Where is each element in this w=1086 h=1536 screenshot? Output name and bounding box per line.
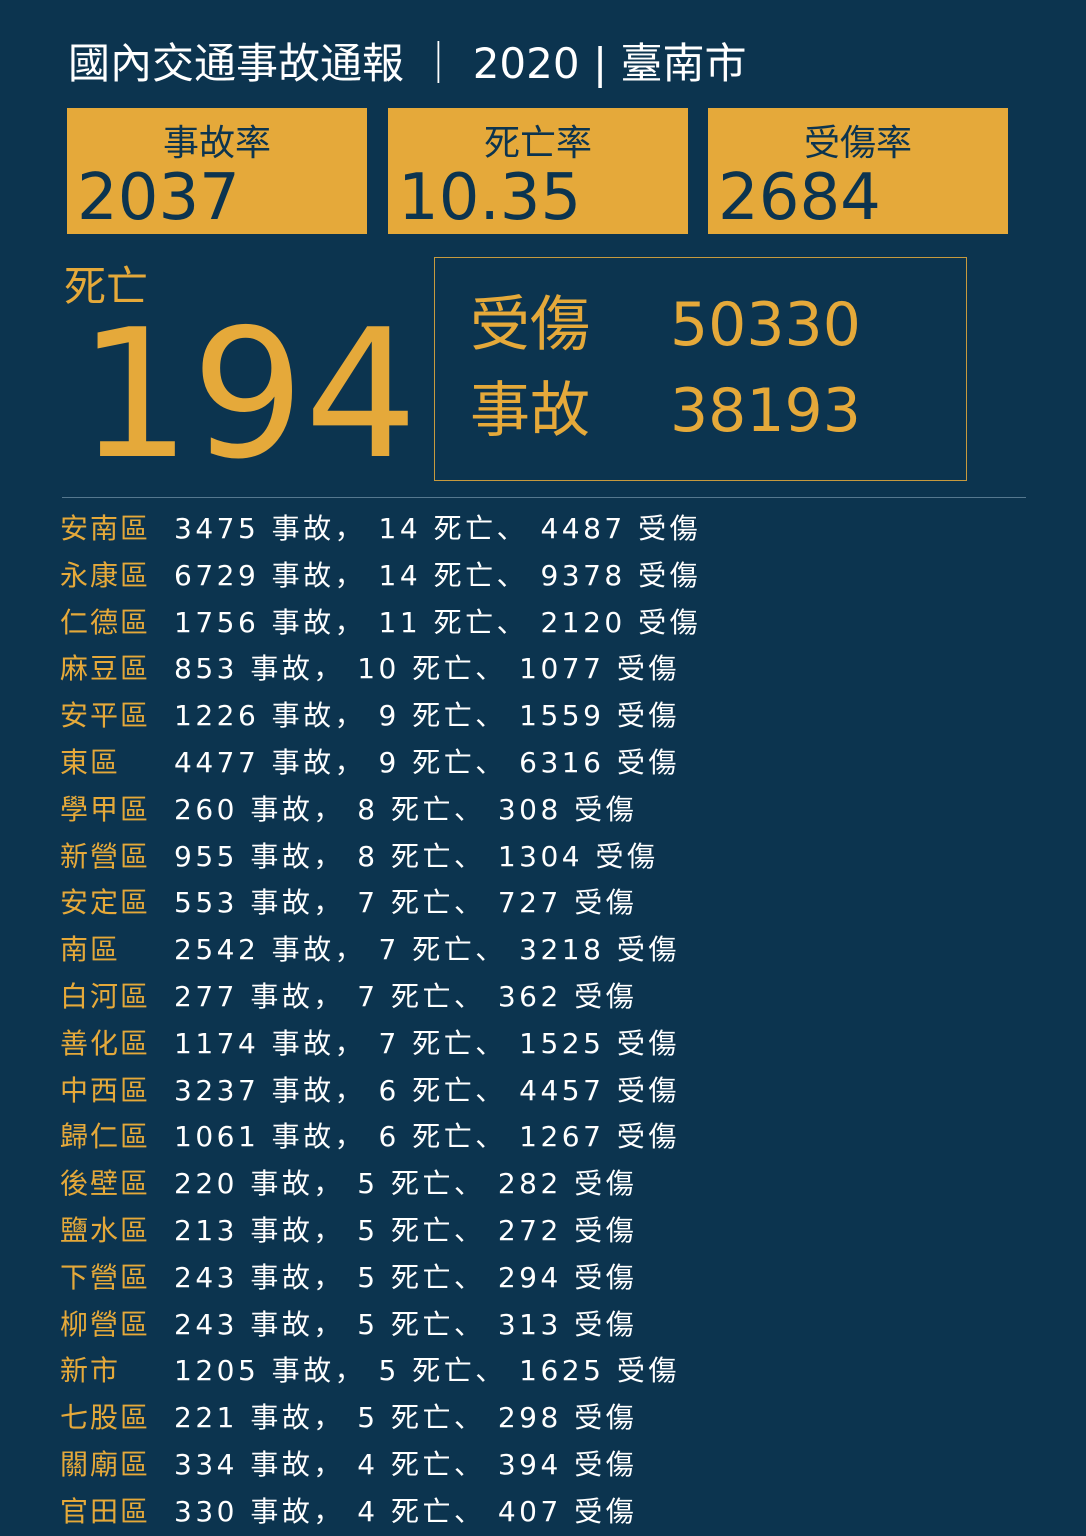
district-name: 後壁區 (60, 1167, 151, 1201)
district-stats: 1756 事故， 11 死亡、 2120 受傷 (174, 605, 702, 639)
district-row: 鹽水區 213 事故， 5 死亡、 272 受傷 (60, 1208, 1060, 1255)
district-row: 安平區 1226 事故， 9 死亡、 1559 受傷 (60, 693, 1060, 740)
stat-value: 50330 (670, 290, 861, 360)
district-name: 安定區 (60, 886, 151, 920)
district-name: 官田區 (60, 1494, 151, 1528)
district-stats: 330 事故， 4 死亡、 407 受傷 (174, 1494, 638, 1528)
district-stats: 1205 事故， 5 死亡、 1625 受傷 (174, 1354, 680, 1388)
district-name: 安平區 (60, 699, 151, 733)
page-title: 國內交通事故通報 ｜ 2020 | 臺南市 (68, 39, 747, 88)
district-stats: 553 事故， 7 死亡、 727 受傷 (174, 886, 638, 920)
kpi-value: 10.35 (398, 161, 582, 235)
district-name: 關廟區 (60, 1447, 151, 1481)
district-row: 新營區 955 事故， 8 死亡、 1304 受傷 (60, 834, 1060, 881)
district-stats: 1061 事故， 6 死亡、 1267 受傷 (174, 1120, 680, 1154)
district-name: 善化區 (60, 1026, 151, 1060)
district-name: 學甲區 (60, 792, 151, 826)
kpi-label: 受傷率 (803, 123, 912, 164)
district-name: 下營區 (60, 1260, 151, 1294)
district-stats: 6729 事故， 14 死亡、 9378 受傷 (174, 558, 702, 592)
district-stats: 243 事故， 5 死亡、 294 受傷 (174, 1260, 638, 1294)
district-name: 南區 (60, 933, 121, 967)
district-stats: 260 事故， 8 死亡、 308 受傷 (174, 792, 638, 826)
kpi-death-rate: 死亡率 10.35 (388, 108, 688, 234)
district-row: 新市 1205 事故， 5 死亡、 1625 受傷 (60, 1348, 1060, 1395)
district-stats: 220 事故， 5 死亡、 282 受傷 (174, 1167, 638, 1201)
divider (62, 497, 1026, 498)
district-row: 永康區 6729 事故， 14 死亡、 9378 受傷 (60, 553, 1060, 600)
stat-value: 38193 (670, 376, 861, 446)
kpi-value: 2037 (77, 161, 240, 235)
stat-row: 受傷 50330 (470, 290, 861, 360)
district-row: 官田區 330 事故， 4 死亡、 407 受傷 (60, 1489, 1060, 1536)
district-row: 後壁區 220 事故， 5 死亡、 282 受傷 (60, 1161, 1060, 1208)
kpi-label: 事故率 (162, 123, 271, 164)
district-name: 新市 (60, 1354, 121, 1388)
district-name: 柳營區 (60, 1307, 151, 1341)
district-name: 歸仁區 (60, 1120, 151, 1154)
district-stats: 277 事故， 7 死亡、 362 受傷 (174, 979, 638, 1013)
district-name: 白河區 (60, 979, 151, 1013)
stat-label: 受傷 (470, 290, 590, 360)
district-row: 關廟區 334 事故， 4 死亡、 394 受傷 (60, 1442, 1060, 1489)
district-name: 仁德區 (60, 605, 151, 639)
district-row: 安定區 553 事故， 7 死亡、 727 受傷 (60, 880, 1060, 927)
district-row: 麻豆區 853 事故， 10 死亡、 1077 受傷 (60, 646, 1060, 693)
district-row: 安南區 3475 事故， 14 死亡、 4487 受傷 (60, 506, 1060, 553)
district-name: 永康區 (60, 558, 151, 592)
kpi-label: 死亡率 (483, 123, 592, 164)
district-name: 東區 (60, 745, 121, 779)
kpi-injury-rate: 受傷率 2684 (708, 108, 1008, 234)
stat-row: 事故 38193 (470, 376, 861, 446)
district-stats: 955 事故， 8 死亡、 1304 受傷 (174, 839, 659, 873)
district-row: 歸仁區 1061 事故， 6 死亡、 1267 受傷 (60, 1114, 1060, 1161)
district-stats: 3475 事故， 14 死亡、 4487 受傷 (174, 512, 702, 545)
district-list: 安南區 3475 事故， 14 死亡、 4487 受傷 永康區 6729 事故， 14… (60, 506, 1060, 1536)
district-row: 中西區 3237 事故， 6 死亡、 4457 受傷 (60, 1068, 1060, 1115)
district-stats: 3237 事故， 6 死亡、 4457 受傷 (174, 1073, 680, 1107)
district-row: 善化區 1174 事故， 7 死亡、 1525 受傷 (60, 1021, 1060, 1068)
district-row: 仁德區 1756 事故， 11 死亡、 2120 受傷 (60, 600, 1060, 647)
district-name: 七股區 (60, 1401, 151, 1435)
district-name: 鹽水區 (60, 1213, 151, 1247)
district-row: 南區 2542 事故， 7 死亡、 3218 受傷 (60, 927, 1060, 974)
stat-label: 事故 (470, 376, 590, 446)
district-row: 柳營區 243 事故， 5 死亡、 313 受傷 (60, 1302, 1060, 1349)
district-stats: 243 事故， 5 死亡、 313 受傷 (174, 1307, 638, 1341)
district-name: 中西區 (60, 1073, 151, 1107)
deaths-value: 194 (78, 291, 418, 498)
district-row: 白河區 277 事故， 7 死亡、 362 受傷 (60, 974, 1060, 1021)
district-stats: 853 事故， 10 死亡、 1077 受傷 (174, 652, 680, 686)
district-name: 新營區 (60, 839, 151, 873)
district-stats: 221 事故， 5 死亡、 298 受傷 (174, 1401, 638, 1435)
stats-panel: 受傷 50330 事故 38193 (434, 257, 967, 481)
district-stats: 2542 事故， 7 死亡、 3218 受傷 (174, 933, 680, 967)
district-name: 安南區 (60, 512, 151, 545)
district-stats: 213 事故， 5 死亡、 272 受傷 (174, 1213, 638, 1247)
district-row: 學甲區 260 事故， 8 死亡、 308 受傷 (60, 787, 1060, 834)
district-row: 下營區 243 事故， 5 死亡、 294 受傷 (60, 1255, 1060, 1302)
district-name: 麻豆區 (60, 652, 151, 686)
district-stats: 1226 事故， 9 死亡、 1559 受傷 (174, 699, 680, 733)
district-stats: 4477 事故， 9 死亡、 6316 受傷 (174, 745, 680, 779)
district-stats: 334 事故， 4 死亡、 394 受傷 (174, 1447, 638, 1481)
kpi-accident-rate: 事故率 2037 (67, 108, 367, 234)
district-stats: 1174 事故， 7 死亡、 1525 受傷 (174, 1026, 680, 1060)
district-row: 東區 4477 事故， 9 死亡、 6316 受傷 (60, 740, 1060, 787)
district-row: 七股區 221 事故， 5 死亡、 298 受傷 (60, 1395, 1060, 1442)
kpi-value: 2684 (718, 161, 881, 235)
